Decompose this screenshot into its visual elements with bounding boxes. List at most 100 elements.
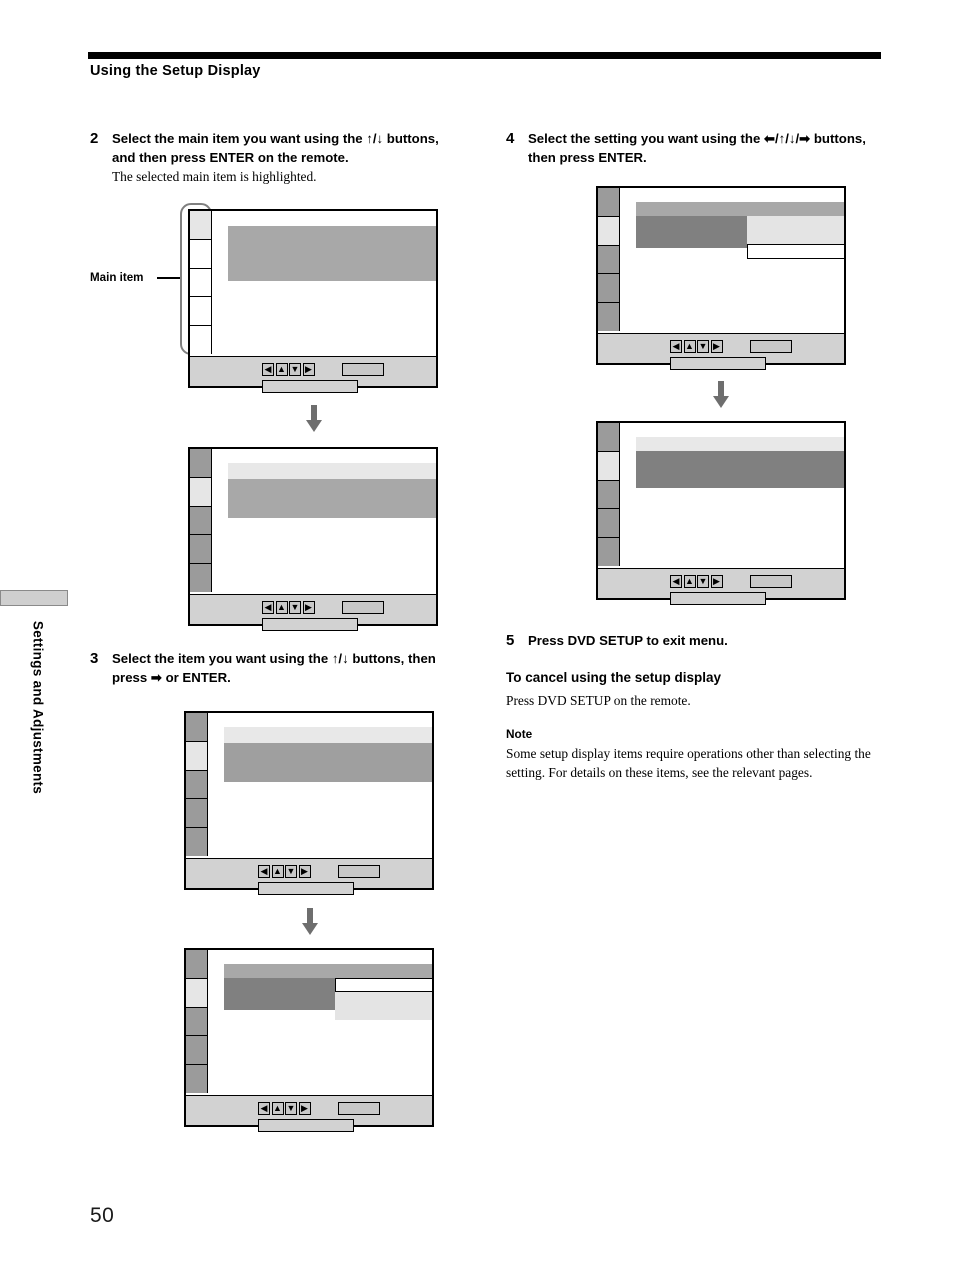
nav-up-icon[interactable]: ▲ [271,865,284,878]
enter-key-hint[interactable] [338,865,380,878]
sidebar-cell-3[interactable] [190,506,212,536]
nav-pad: ◀ ▲ ▼ ▶ [670,340,723,353]
sidebar-cell-2[interactable] [186,741,208,771]
sidebar-cell-4[interactable] [598,509,620,539]
screen-step4-before: ◀ ▲ ▼ ▶ [596,186,846,370]
enter-key-hint[interactable] [750,340,792,353]
step-2-heading: Select the main item you want using the … [112,131,439,165]
options-panel-list[interactable] [747,216,844,244]
screen-band-selection [636,451,844,488]
sidebar-cell-4[interactable] [186,1036,208,1066]
sidebar-cell-5[interactable] [186,1065,208,1093]
nav-left-icon[interactable]: ◀ [262,363,274,376]
page-number: 50 [90,1204,115,1227]
sidebar-cell-1[interactable] [190,449,212,478]
nav-down-icon[interactable]: ▼ [285,1102,297,1115]
status-strip [262,618,358,631]
step-2-subtext: The selected main item is highlighted. [112,169,317,185]
cancel-section-heading: To cancel using the setup display [506,670,722,685]
step-3-heading: Select the item you want using the ↑/↓ b… [112,651,436,685]
status-strip [262,380,358,393]
nav-down-icon[interactable]: ▼ [289,601,301,614]
step-5-heading: Press DVD SETUP to exit menu. [528,633,728,648]
step-2-number: 2 [90,130,99,147]
sidebar-cell-4[interactable] [190,535,212,565]
sidebar-cell-5[interactable] [186,828,208,856]
sidebar-cell-2[interactable] [598,216,620,246]
sidebar-cell-2[interactable] [186,978,208,1008]
sidebar-cell-4[interactable] [190,297,212,327]
screen-step2-before: ◀ ▲ ▼ ▶ [188,209,438,393]
screen-band-header-row [636,202,844,216]
nav-left-icon[interactable]: ◀ [262,601,274,614]
screen-band-header-row [224,964,432,978]
sidebar-cell-3[interactable] [190,268,212,298]
nav-up-icon[interactable]: ▲ [275,363,288,376]
nav-left-icon[interactable]: ◀ [670,340,682,353]
screen-step4-after: ◀ ▲ ▼ ▶ [596,421,846,605]
step-3-number: 3 [90,650,99,667]
nav-up-icon[interactable]: ▲ [683,575,696,588]
nav-left-icon[interactable]: ◀ [258,865,270,878]
nav-pad: ◀ ▲ ▼ ▶ [258,1102,311,1115]
screen-band-selection [228,226,436,281]
nav-left-icon[interactable]: ◀ [258,1102,270,1115]
nav-right-icon[interactable]: ▶ [710,340,723,353]
cancel-section-body: Press DVD SETUP on the remote. [506,693,691,708]
nav-down-icon[interactable]: ▼ [289,363,301,376]
sidebar-cell-4[interactable] [598,274,620,304]
sidebar-cell-5[interactable] [190,564,212,592]
sidebar-cell-1[interactable] [598,423,620,452]
sidebar-cell-3[interactable] [186,1007,208,1037]
nav-right-icon[interactable]: ▶ [302,363,315,376]
sidebar-cell-4[interactable] [186,799,208,829]
sidebar-cell-5[interactable] [598,303,620,331]
sidebar-cell-2[interactable] [190,477,212,507]
nav-left-icon[interactable]: ◀ [670,575,682,588]
sidebar-cell-1[interactable] [186,950,208,979]
options-panel-current[interactable] [747,244,844,259]
nav-down-icon[interactable]: ▼ [285,865,297,878]
nav-right-icon[interactable]: ▶ [710,575,723,588]
step-4-heading: Select the setting you want using the ⬅/… [528,131,866,165]
options-panel-list[interactable] [335,992,432,1020]
sidebar-cell-2[interactable] [190,239,212,269]
screen-footer-bar: ◀ ▲ ▼ ▶ [598,333,844,370]
section-tab-label: Settings and Adjustments [30,620,46,795]
screen-band-header-row [224,727,432,743]
nav-right-icon[interactable]: ▶ [298,865,311,878]
sidebar-cell-3[interactable] [186,770,208,800]
screen-step3-after: ◀ ▲ ▼ ▶ [184,948,434,1132]
nav-pad: ◀ ▲ ▼ ▶ [262,363,315,376]
nav-right-icon[interactable]: ▶ [298,1102,311,1115]
sidebar-cell-1[interactable] [190,211,212,240]
header-rule [88,52,881,59]
nav-up-icon[interactable]: ▲ [271,1102,284,1115]
sidebar-cell-2[interactable] [598,451,620,481]
sidebar-cell-5[interactable] [190,326,212,354]
nav-pad: ◀ ▲ ▼ ▶ [258,865,311,878]
step-4-number: 4 [506,130,515,147]
nav-down-icon[interactable]: ▼ [697,340,709,353]
enter-key-hint[interactable] [342,363,384,376]
sidebar-cell-1[interactable] [186,713,208,742]
nav-up-icon[interactable]: ▲ [683,340,696,353]
nav-right-icon[interactable]: ▶ [302,601,315,614]
status-strip [670,592,766,605]
enter-key-hint[interactable] [338,1102,380,1115]
screen-footer-bar: ◀ ▲ ▼ ▶ [190,356,436,393]
sidebar-cell-3[interactable] [598,480,620,510]
enter-key-hint[interactable] [750,575,792,588]
enter-key-hint[interactable] [342,601,384,614]
nav-up-icon[interactable]: ▲ [275,601,288,614]
sidebar-cell-5[interactable] [598,538,620,566]
step-5: 5 Press DVD SETUP to exit menu. [506,632,876,651]
nav-down-icon[interactable]: ▼ [697,575,709,588]
screen-footer-bar: ◀ ▲ ▼ ▶ [190,594,436,631]
options-panel-current[interactable] [335,978,432,992]
step-5-number: 5 [506,632,515,649]
screen-sidebar [598,188,620,331]
sidebar-cell-3[interactable] [598,245,620,275]
sidebar-cell-1[interactable] [598,188,620,217]
screen-footer-bar: ◀ ▲ ▼ ▶ [598,568,844,605]
